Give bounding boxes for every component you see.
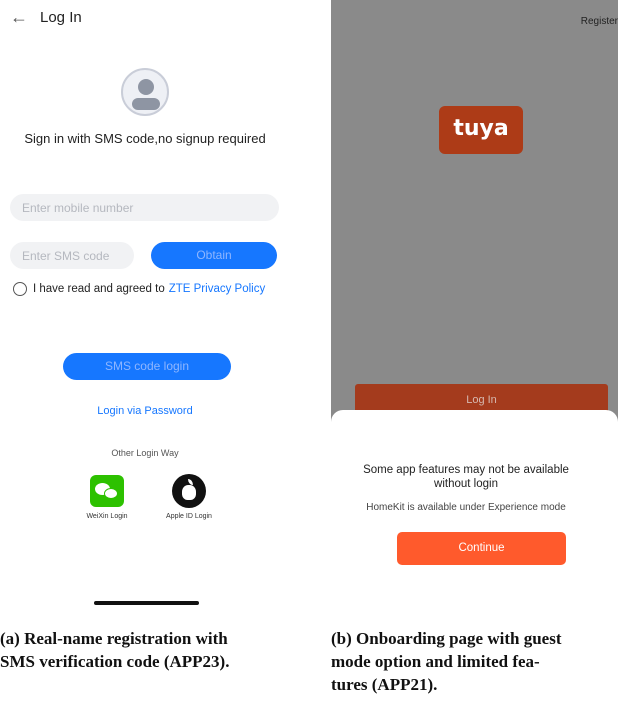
sms-signin-subtitle: Sign in with SMS code,no signup required (24, 131, 266, 146)
dimmed-background-overlay (331, 0, 618, 430)
arrow-left-icon[interactable]: ← (10, 7, 28, 28)
obtain-code-button[interactable]: Obtain (151, 242, 277, 269)
limited-features-message: Some app features may not be available w… (363, 464, 569, 490)
onboarding-screen-panel: Register tuya Log In Some app features m… (331, 0, 618, 600)
agreement-text: I have read and agreed to (33, 283, 165, 295)
other-login-label: Other Login Way (111, 448, 179, 458)
continue-button[interactable]: Continue (397, 532, 566, 565)
login-via-password-link[interactable]: Login via Password (0, 405, 290, 417)
homekit-message: HomeKit is available under Experience mo… (366, 502, 566, 513)
caption-a-line-2: SMS verification code (APP23). (0, 652, 230, 671)
privacy-agreement-row: I have read and agreed to ZTE Privacy Po… (13, 281, 265, 297)
login-screen-panel: ← Log In Sign in with SMS code,no signup… (0, 0, 290, 605)
mobile-number-input[interactable] (10, 194, 279, 221)
caption-a: (a) Real-name registration with SMS veri… (0, 627, 300, 673)
wechat-icon[interactable] (90, 475, 124, 507)
apple-icon[interactable] (172, 474, 206, 508)
weixin-login-label: WeiXin Login (86, 513, 128, 520)
page-title: Log In (40, 9, 82, 26)
sms-code-input[interactable] (10, 242, 134, 269)
caption-b-line-2: mode option and limited fea- (331, 652, 540, 671)
agreement-radio[interactable] (13, 282, 27, 296)
home-indicator[interactable] (94, 601, 199, 605)
tuya-logo: tuya (439, 106, 523, 154)
privacy-policy-link[interactable]: ZTE Privacy Policy (169, 283, 266, 295)
register-link[interactable]: Register (581, 16, 618, 27)
sms-code-login-button[interactable]: SMS code login (63, 353, 231, 380)
caption-b-line-3: tures (APP21). (331, 675, 438, 694)
caption-b-line-1: (b) Onboarding page with guest (331, 629, 562, 648)
caption-b: (b) Onboarding page with guest mode opti… (331, 627, 618, 696)
apple-id-login-label: Apple ID Login (166, 513, 212, 520)
caption-a-line-1: (a) Real-name registration with (0, 629, 228, 648)
user-avatar-icon (121, 68, 169, 116)
